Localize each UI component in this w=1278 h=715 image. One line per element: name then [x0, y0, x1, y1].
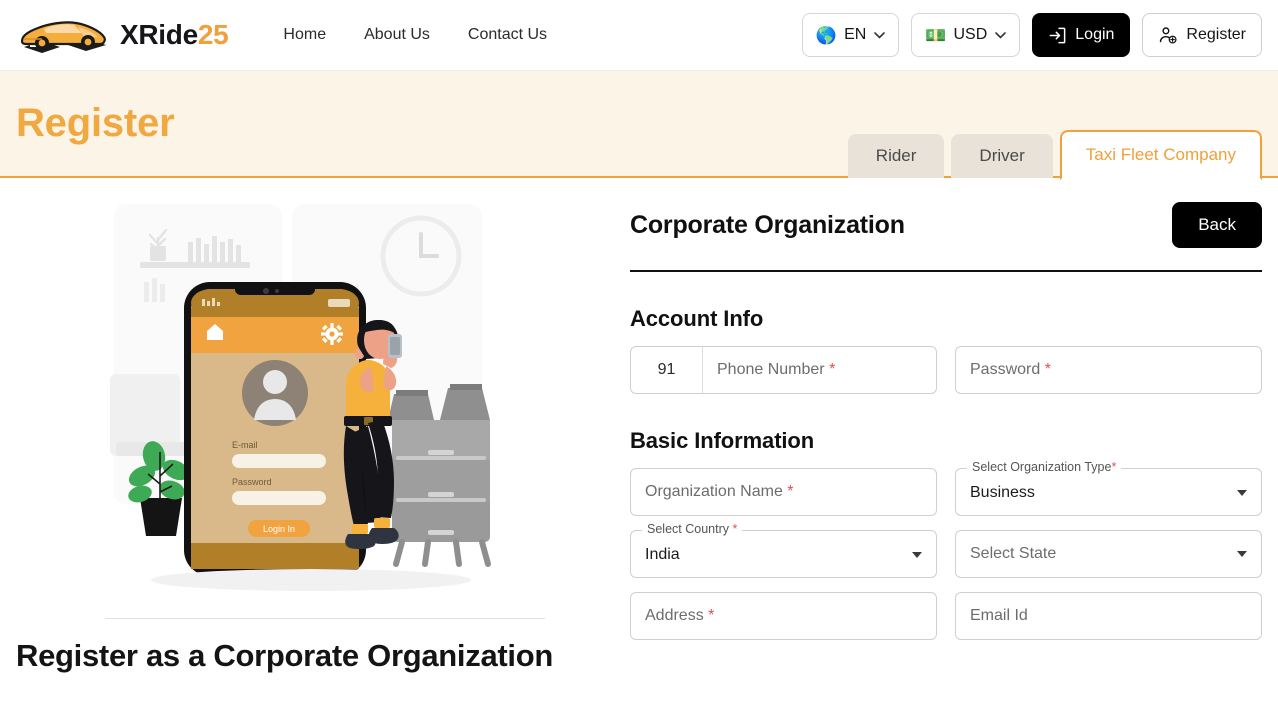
brand-name-accent: 25 — [198, 19, 229, 50]
state-placeholder: Select State — [970, 545, 1056, 563]
language-selector[interactable]: 🌎 EN — [802, 13, 899, 57]
form-header: Corporate Organization Back — [630, 194, 1262, 248]
tab-rider[interactable]: Rider — [848, 134, 945, 178]
login-button[interactable]: Login — [1032, 13, 1130, 57]
login-illustration: E-mail Password Login In — [96, 198, 526, 598]
globe-icon: 🌎 — [816, 27, 837, 44]
chevron-down-icon — [995, 32, 1006, 39]
password-input[interactable]: Password * — [955, 346, 1262, 394]
phone-number-placeholder: Phone Number * — [717, 361, 835, 379]
register-type-tabs: Rider Driver Taxi Fleet Company — [848, 130, 1262, 178]
state-field-group: Select State — [955, 530, 1262, 578]
required-marker: * — [1111, 460, 1116, 474]
left-heading: Register as a Corporate Organization — [16, 639, 606, 674]
form-title: Corporate Organization — [630, 211, 905, 240]
phone-field-group: 91 Phone Number * — [630, 346, 937, 394]
basic-info-row-2: Select Country * India Select State — [630, 530, 1262, 578]
left-panel: E-mail Password Login In — [0, 178, 622, 715]
basic-info-row-1: Organization Name * Select Organization … — [630, 468, 1262, 516]
nav-item-contact-us[interactable]: Contact Us — [449, 18, 566, 52]
back-button[interactable]: Back — [1172, 202, 1262, 248]
tab-driver[interactable]: Driver — [951, 134, 1052, 178]
organization-name-input[interactable]: Organization Name * — [630, 468, 937, 516]
mock-login-button: Login In — [263, 524, 295, 534]
left-divider — [105, 618, 545, 619]
nav-item-home[interactable]: Home — [264, 18, 345, 52]
address-field-group: Address * — [630, 592, 937, 640]
register-label: Register — [1186, 26, 1246, 44]
required-marker: * — [708, 607, 714, 624]
nav-item-about-us[interactable]: About Us — [345, 18, 449, 52]
country-label: Select Country * — [642, 523, 742, 536]
country-code-selector[interactable]: 91 — [631, 347, 703, 393]
form-header-divider — [630, 270, 1262, 272]
tab-taxi-fleet-company[interactable]: Taxi Fleet Company — [1060, 130, 1262, 180]
basic-info-row-3: Address * Email Id — [630, 592, 1262, 640]
phone-number-input[interactable]: Phone Number * — [703, 347, 936, 393]
address-input[interactable]: Address * — [630, 592, 937, 640]
brand-name: XRide25 — [120, 19, 228, 51]
required-marker: * — [829, 361, 835, 378]
language-label: EN — [844, 26, 866, 44]
country-field-group: Select Country * India — [630, 530, 937, 578]
currency-selector[interactable]: 💵 USD — [911, 13, 1020, 57]
password-field-group: Password * — [955, 346, 1262, 394]
org-name-field-group: Organization Name * — [630, 468, 937, 516]
organization-type-select[interactable]: Select Organization Type* Business — [955, 468, 1262, 516]
money-icon: 💵 — [925, 27, 946, 44]
organization-type-value: Business — [970, 484, 1035, 502]
brand-logo[interactable]: XRide25 — [16, 11, 228, 59]
chevron-down-icon — [874, 32, 885, 39]
state-select[interactable]: Select State — [955, 530, 1262, 578]
country-select[interactable]: Select Country * India — [630, 530, 937, 578]
header-actions: 🌎 EN 💵 USD Login Register — [802, 13, 1262, 57]
car-logo-icon — [16, 11, 112, 59]
currency-label: USD — [953, 26, 987, 44]
password-placeholder: Password * — [970, 361, 1051, 379]
section-title-account-info: Account Info — [630, 306, 1262, 332]
account-info-row: 91 Phone Number * Password * — [630, 346, 1262, 394]
mock-password-label: Password — [232, 477, 272, 487]
sign-in-icon — [1048, 26, 1067, 45]
person-add-icon — [1158, 25, 1178, 45]
email-input[interactable]: Email Id — [955, 592, 1262, 640]
login-label: Login — [1075, 26, 1114, 44]
mock-email-label: E-mail — [232, 440, 258, 450]
register-button[interactable]: Register — [1142, 13, 1262, 57]
phone-number-input-group[interactable]: 91 Phone Number * — [630, 346, 937, 394]
page-title: Register — [16, 101, 174, 146]
main-nav: Home About Us Contact Us — [264, 18, 566, 52]
site-header: XRide25 Home About Us Contact Us 🌎 EN 💵 … — [0, 0, 1278, 71]
main-content: E-mail Password Login In — [0, 178, 1278, 715]
registration-form: Corporate Organization Back Account Info… — [622, 178, 1278, 715]
brand-name-dark: XRide — [120, 19, 198, 50]
section-title-basic-information: Basic Information — [630, 428, 1262, 454]
chevron-down-icon — [912, 552, 922, 558]
chevron-down-icon — [1237, 551, 1247, 557]
organization-name-placeholder: Organization Name * — [645, 483, 794, 501]
email-placeholder: Email Id — [970, 607, 1028, 625]
illustration-container: E-mail Password Login In — [16, 194, 606, 602]
country-value: India — [645, 546, 680, 564]
page-banner: Register Rider Driver Taxi Fleet Company — [0, 71, 1278, 178]
email-field-group: Email Id — [955, 592, 1262, 640]
chevron-down-icon — [1237, 490, 1247, 496]
address-placeholder: Address * — [645, 607, 714, 625]
required-marker: * — [732, 522, 737, 536]
org-type-field-group: Select Organization Type* Business — [955, 468, 1262, 516]
required-marker: * — [787, 483, 793, 500]
required-marker: * — [1045, 361, 1051, 378]
organization-type-label: Select Organization Type* — [967, 461, 1121, 474]
